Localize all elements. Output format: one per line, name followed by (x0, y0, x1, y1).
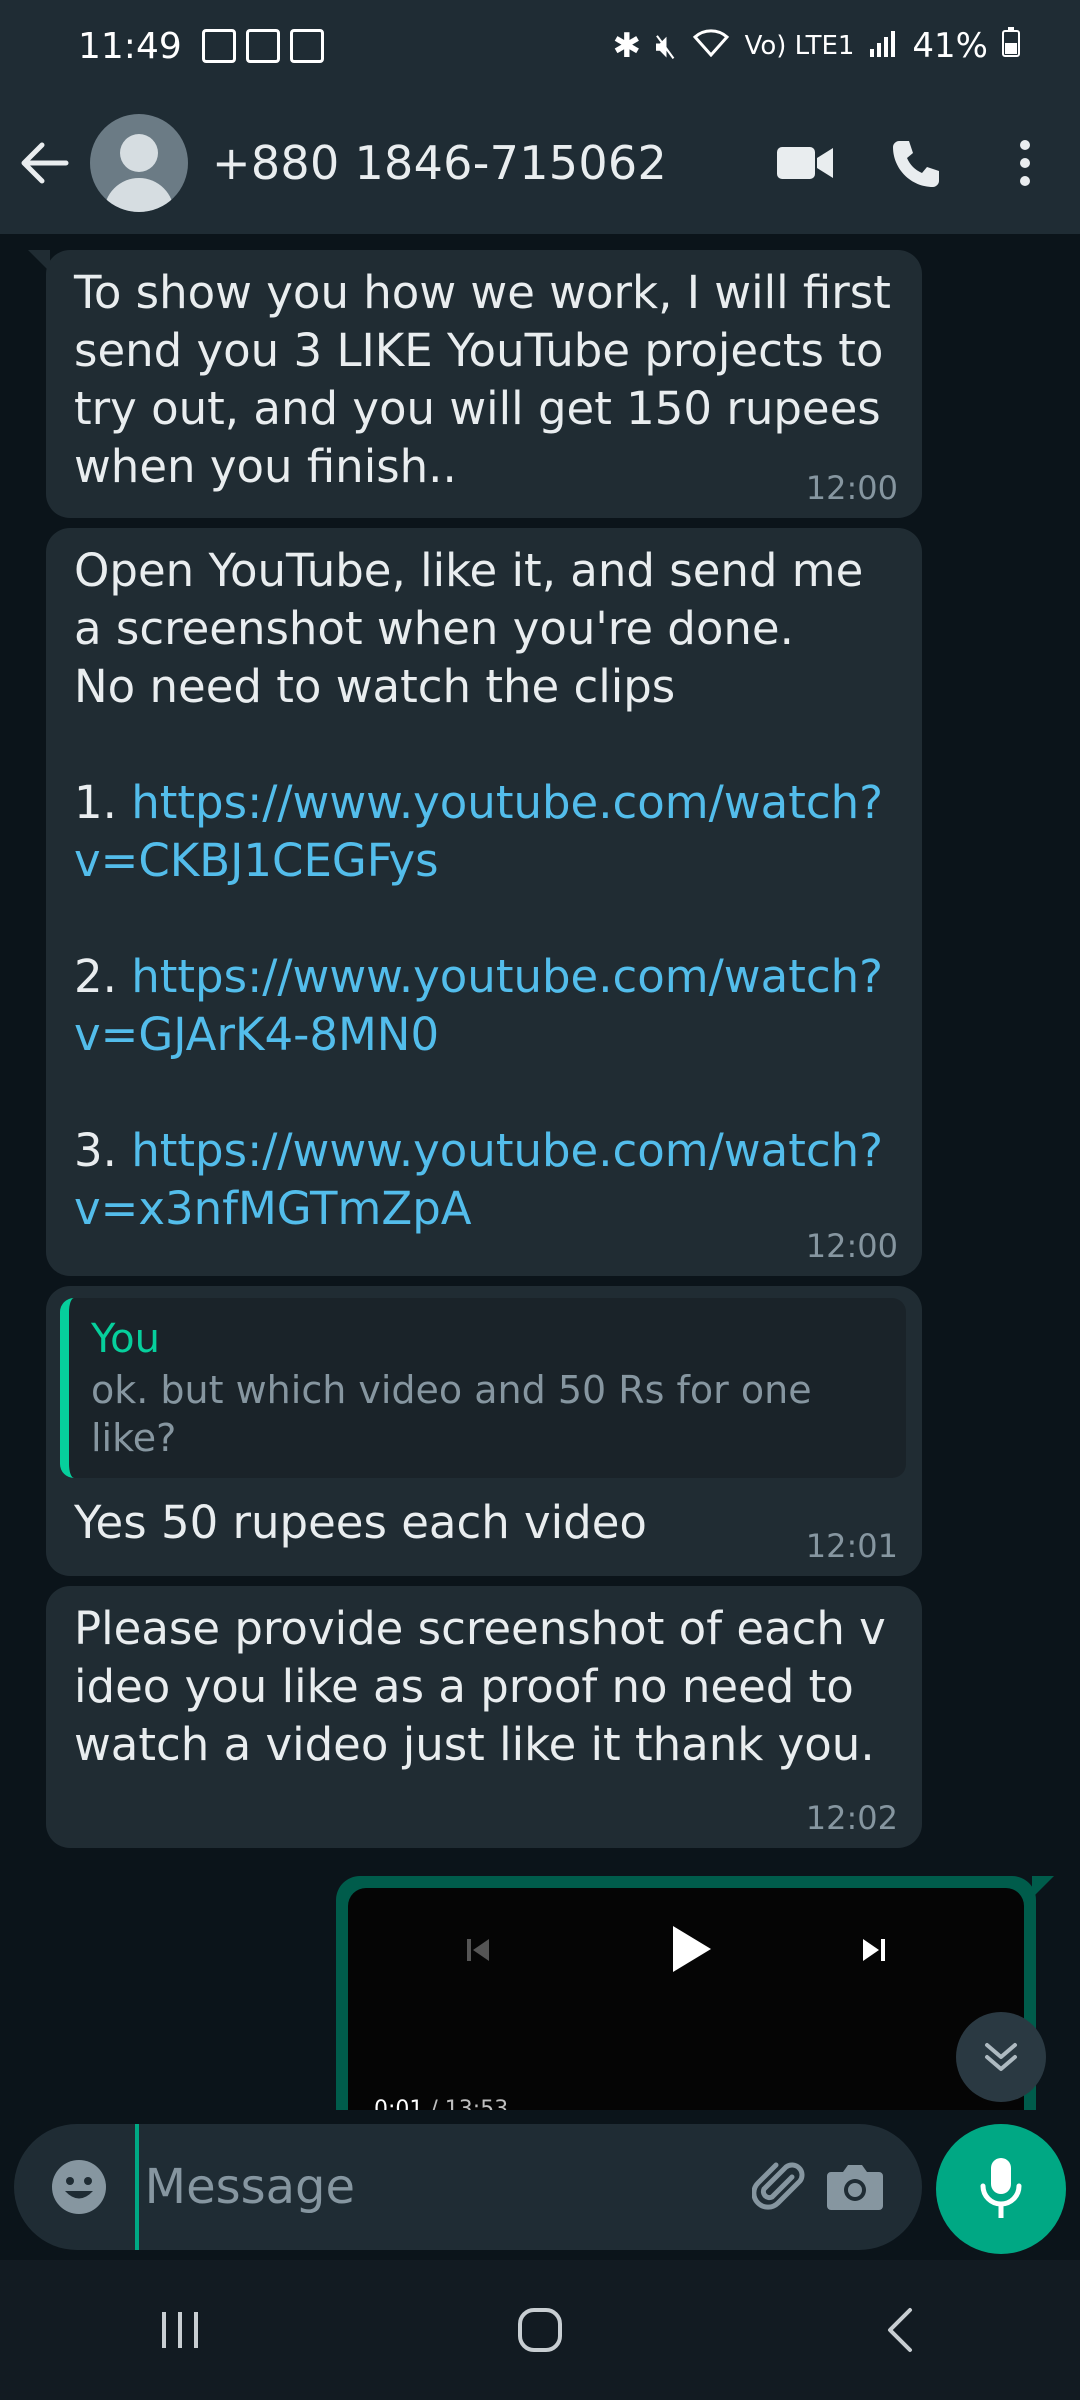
bubble-tail (28, 250, 50, 272)
more-vertical-icon (1020, 140, 1030, 186)
home-icon (518, 2308, 562, 2352)
header-actions (750, 92, 1080, 234)
camera-button[interactable] (817, 2124, 892, 2250)
mute-icon: 🔇︎ (655, 26, 677, 66)
notification-icons (201, 29, 324, 63)
home-button[interactable] (460, 2260, 620, 2400)
emoji-icon (52, 2160, 107, 2214)
play-button[interactable] (656, 1914, 726, 1984)
video-player[interactable]: 0:01 / 13:53 (348, 1888, 1024, 2110)
link-item: 1. https://www.youtube.com/watch?v=CKBJ1… (74, 776, 883, 887)
camera-icon (826, 2165, 883, 2210)
more-options-button[interactable] (970, 92, 1080, 234)
gallery-notification-icon (201, 29, 236, 63)
arrow-left-icon (21, 142, 69, 184)
attach-button[interactable] (743, 2124, 818, 2250)
link-item: 3. https://www.youtube.com/watch?v=x3nfM… (74, 1124, 883, 1235)
youtube-link[interactable]: https://www.youtube.com/watch?v=x3nfMGTm… (74, 1124, 883, 1235)
quote-author: You (91, 1316, 160, 1362)
play-icon (673, 1926, 711, 1972)
message-text: To show you how we work, I will first se… (74, 266, 906, 493)
emoji-button[interactable] (42, 2124, 117, 2250)
teams-notification-icon (289, 29, 324, 63)
paperclip-icon (752, 2162, 805, 2210)
scroll-to-bottom-button[interactable] (956, 2012, 1046, 2102)
double-chevron-down-icon (985, 2043, 1017, 2071)
incoming-reply-message[interactable]: You ok. but which video and 50 Rs for on… (46, 1286, 922, 1576)
bubble-tail (1032, 1876, 1054, 1898)
composer-bar (0, 2110, 1080, 2260)
contact-name[interactable]: +880 1846-715062 (212, 136, 750, 190)
video-timecode: 0:01 / 13:53 (374, 2097, 509, 2110)
link-item: 2. https://www.youtube.com/watch?v=GJArK… (74, 950, 883, 1061)
message-text: Yes 50 rupees each video (74, 1496, 647, 1549)
contact-avatar[interactable] (90, 114, 188, 212)
message-input[interactable] (134, 2124, 743, 2250)
video-call-button[interactable] (750, 92, 860, 234)
message-text: Please provide screenshot of each video … (74, 1602, 886, 1771)
system-back-button[interactable] (820, 2260, 980, 2400)
skip-next-icon (863, 1939, 885, 1961)
chat-screen: 11:49 ✱ 🔇︎ Vo) LTE1 41% +880 1846-715062… (0, 0, 1080, 2400)
avatar-head (120, 134, 158, 172)
voice-message-button[interactable] (936, 2124, 1066, 2254)
incoming-message[interactable]: Please provide screenshot of each video … (46, 1586, 922, 1848)
battery-icon (1002, 26, 1020, 66)
signal-icon (868, 26, 898, 66)
outgoing-video-message[interactable]: 0:01 / 13:53 (336, 1876, 1054, 2110)
message-time: 12:00 (805, 1227, 898, 1265)
video-camera-icon (777, 147, 833, 179)
system-navigation-bar (0, 2260, 1080, 2400)
message-time: 12:00 (805, 469, 898, 507)
quote-text: ok. but which video and 50 Rs for one li… (91, 1368, 812, 1460)
message-time: 12:02 (805, 1799, 898, 1837)
incoming-message[interactable]: To show you how we work, I will first se… (28, 250, 922, 518)
message-text: Open YouTube, like it, and send me a scr… (74, 544, 864, 713)
battery-percent: 41% (912, 26, 988, 66)
skip-previous-icon (467, 1939, 489, 1961)
previous-button[interactable] (448, 1920, 508, 1980)
voice-call-button[interactable] (860, 92, 970, 234)
phone-icon (893, 141, 939, 187)
system-indicators: ✱ 🔇︎ Vo) LTE1 41% (613, 26, 1020, 66)
youtube-link[interactable]: https://www.youtube.com/watch?v=CKBJ1CEG… (74, 776, 883, 887)
youtube-link[interactable]: https://www.youtube.com/watch?v=GJArK4-8… (74, 950, 883, 1061)
microphone-icon (980, 2158, 1022, 2218)
bluetooth-icon: ✱ (612, 26, 642, 66)
calendar-notification-icon (245, 29, 280, 63)
quoted-message[interactable]: You ok. but which video and 50 Rs for on… (60, 1298, 906, 1478)
wifi-icon (691, 26, 731, 66)
incoming-message[interactable]: Open YouTube, like it, and send me a scr… (46, 528, 922, 1276)
chevron-left-icon (888, 2308, 912, 2352)
next-button[interactable] (844, 1920, 904, 1980)
recent-apps-button[interactable] (100, 2260, 260, 2400)
status-bar: 11:49 ✱ 🔇︎ Vo) LTE1 41% (0, 0, 1080, 92)
message-time: 12:01 (805, 1527, 898, 1565)
network-label: Vo) LTE1 (744, 31, 855, 61)
chat-header: +880 1846-715062 (0, 92, 1080, 234)
avatar-body (104, 178, 174, 212)
message-list[interactable]: To show you how we work, I will first se… (0, 234, 1080, 2110)
back-button[interactable] (0, 92, 90, 234)
message-field-container (14, 2124, 922, 2250)
recents-icon (162, 2312, 198, 2348)
status-time: 11:49 (78, 25, 182, 67)
